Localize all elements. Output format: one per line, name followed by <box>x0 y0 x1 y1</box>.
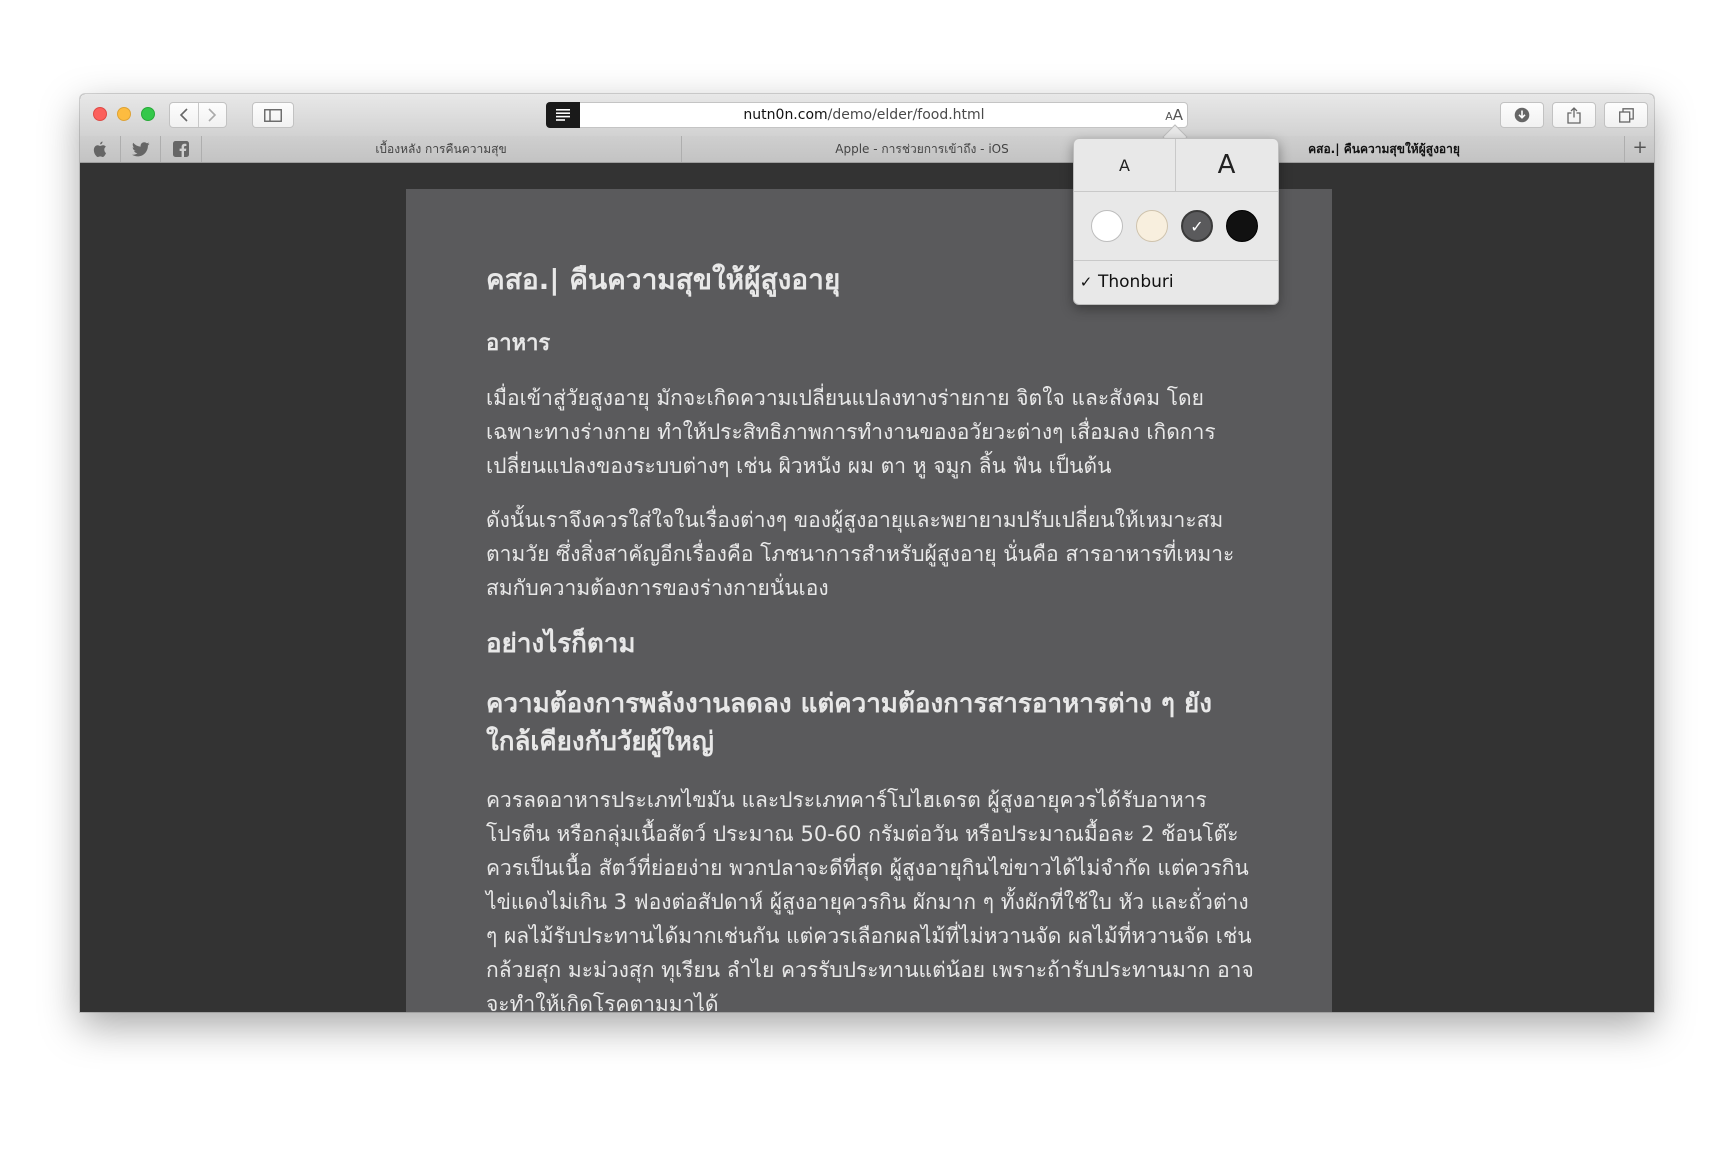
tab-1[interactable]: เบื้องหลัง การคืนความสุข <box>201 136 682 162</box>
chevron-right-icon <box>208 108 217 122</box>
tabs-overview-icon <box>1618 107 1634 123</box>
tab-bar: เบื้องหลัง การคืนความสุข Apple - การช่วย… <box>80 136 1654 163</box>
article: คสอ.| คืนความสุขให้ผู้สูงอายุ อาหาร เมื่… <box>486 261 1256 1012</box>
sidebar-icon <box>264 108 282 122</box>
article-paragraph-2: ดังนั้นเราจึงควรใส่ใจในเรื่องต่างๆ ของผู… <box>486 508 1235 600</box>
bookmark-apple[interactable] <box>80 136 120 162</box>
increase-font-size-button[interactable]: A <box>1176 139 1277 191</box>
sidebar-button[interactable] <box>252 102 294 128</box>
aa-large-letter: A <box>1172 106 1183 124</box>
navigation-buttons <box>169 102 227 128</box>
zoom-window-button[interactable] <box>141 107 155 121</box>
minimize-window-button[interactable] <box>117 107 131 121</box>
theme-sepia-swatch[interactable] <box>1136 210 1168 242</box>
facebook-icon <box>173 141 189 157</box>
font-size-row: A A <box>1074 139 1278 192</box>
article-paragraph-1: เมื่อเข้าสู่วัยสูงอายุ มักจะเกิดความเปลี… <box>486 386 1216 478</box>
url-path: /demo/elder/food.html <box>827 107 985 123</box>
back-button[interactable] <box>170 103 198 127</box>
show-all-tabs-button[interactable] <box>1604 102 1648 128</box>
address-bar[interactable]: nutn0n.com/demo/elder/food.html AA <box>546 102 1188 128</box>
close-window-button[interactable] <box>93 107 107 121</box>
reader-appearance-popover: A A ✓ ✓ Thonburi <box>1073 138 1279 305</box>
article-heading-2: อย่างไรก็ตาม <box>486 629 636 659</box>
toolbar: nutn0n.com/demo/elder/food.html AA <box>80 94 1654 137</box>
download-icon <box>1514 107 1530 123</box>
bookmark-facebook[interactable] <box>160 136 202 162</box>
share-button[interactable] <box>1552 102 1596 128</box>
reader-lines-icon <box>556 109 570 121</box>
reader-view-button[interactable] <box>546 102 580 128</box>
article-heading-3: ความต้องการพลังงานลดลง แต่ความต้องการสาร… <box>486 689 1212 757</box>
font-option-thonburi[interactable]: ✓ Thonburi <box>1074 261 1278 303</box>
apple-icon <box>93 141 106 157</box>
url-host: nutn0n.com <box>743 107 828 123</box>
theme-night-swatch[interactable] <box>1226 210 1258 242</box>
url-text[interactable]: nutn0n.com/demo/elder/food.html <box>581 103 1147 127</box>
theme-row: ✓ <box>1074 192 1278 261</box>
twitter-icon <box>132 141 150 156</box>
section-heading: อาหาร <box>486 331 551 356</box>
theme-white-swatch[interactable] <box>1091 210 1123 242</box>
article-paragraph-3: ควรลดอาหารประเภทไขมัน และประเภทคาร์โบไฮเ… <box>486 788 1254 1012</box>
bookmark-twitter[interactable] <box>120 136 161 162</box>
font-name: Thonburi <box>1098 272 1174 292</box>
reader-page: คสอ.| คืนความสุขให้ผู้สูงอายุ อาหาร เมื่… <box>406 189 1332 1012</box>
checkmark-icon: ✓ <box>1079 273 1093 291</box>
downloads-button[interactable] <box>1500 102 1544 128</box>
forward-button[interactable] <box>197 103 227 127</box>
checkmark-icon: ✓ <box>1190 216 1204 236</box>
web-content: คสอ.| คืนความสุขให้ผู้สูงอายุ อาหาร เมื่… <box>80 163 1654 1012</box>
decrease-font-size-button[interactable]: A <box>1074 139 1176 191</box>
new-tab-button[interactable]: + <box>1624 136 1654 162</box>
browser-window: nutn0n.com/demo/elder/food.html AA เบื้อ… <box>80 94 1654 1012</box>
aa-small-letter: A <box>1165 110 1173 123</box>
chevron-left-icon <box>179 108 188 122</box>
theme-gray-swatch[interactable]: ✓ <box>1181 210 1213 242</box>
share-icon <box>1567 106 1581 124</box>
